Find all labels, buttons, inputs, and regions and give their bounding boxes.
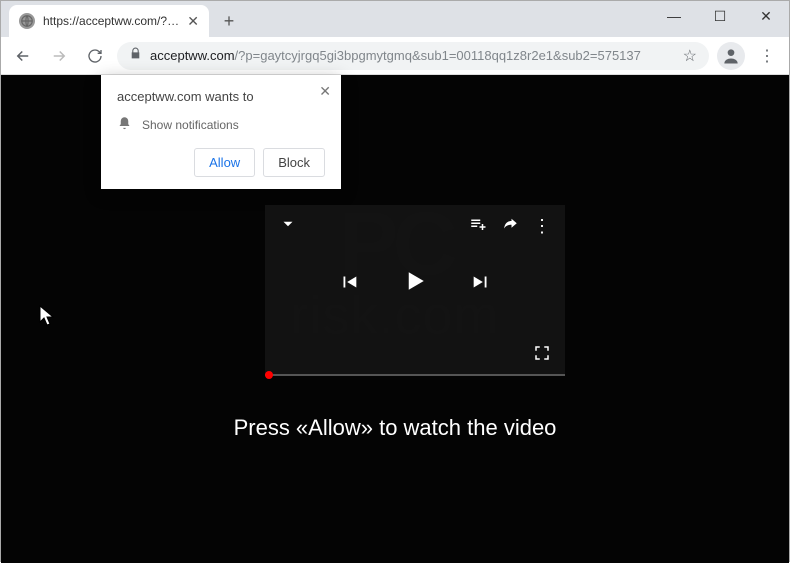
previous-track-icon[interactable]: [338, 271, 360, 299]
browser-toolbar: acceptww.com/?p=gaytcyjrgq5gi3bpgmytgmq&…: [1, 37, 789, 75]
player-mid-controls: [265, 266, 565, 304]
share-icon[interactable]: [501, 215, 519, 238]
video-progress-bar[interactable]: [265, 374, 565, 376]
address-bar[interactable]: acceptww.com/?p=gaytcyjrgq5gi3bpgmytgmq&…: [117, 42, 709, 70]
new-tab-button[interactable]: +: [215, 7, 243, 35]
bookmark-star-icon[interactable]: ☆: [683, 46, 697, 66]
popup-buttons: Allow Block: [117, 148, 325, 177]
popup-permission-row: Show notifications: [117, 116, 325, 134]
chevron-down-icon[interactable]: [279, 215, 297, 238]
popup-title: acceptww.com wants to: [117, 89, 325, 104]
playlist-add-icon[interactable]: [469, 215, 487, 238]
browser-titlebar: https://acceptww.com/?p=gaytc ✕ + — ☐ ✕: [1, 1, 789, 37]
url-text: acceptww.com/?p=gaytcyjrgq5gi3bpgmytgmq&…: [150, 48, 675, 63]
forward-button[interactable]: [45, 42, 73, 70]
next-track-icon[interactable]: [470, 271, 492, 299]
tab-close-icon[interactable]: ✕: [187, 13, 199, 30]
profile-avatar[interactable]: [717, 42, 745, 70]
back-button[interactable]: [9, 42, 37, 70]
minimize-button[interactable]: —: [651, 1, 697, 31]
player-top-controls: ⋮: [265, 205, 565, 248]
fullscreen-icon[interactable]: [533, 344, 551, 367]
cursor-icon: [39, 305, 55, 332]
globe-icon: [19, 13, 35, 29]
page-content: PC risk.com ✕ acceptww.com wants to Show…: [1, 75, 789, 563]
instruction-text: Press «Allow» to watch the video: [1, 415, 789, 441]
reload-button[interactable]: [81, 42, 109, 70]
tab-title: https://acceptww.com/?p=gaytc: [43, 14, 179, 28]
window-close-button[interactable]: ✕: [743, 1, 789, 31]
bell-icon: [117, 116, 132, 134]
permission-label: Show notifications: [142, 118, 239, 132]
browser-menu-button[interactable]: ⋮: [753, 42, 781, 70]
browser-tab[interactable]: https://acceptww.com/?p=gaytc ✕: [9, 5, 209, 37]
lock-icon: [129, 47, 142, 65]
more-icon[interactable]: ⋮: [533, 216, 551, 237]
play-icon[interactable]: [400, 266, 430, 304]
notification-permission-popup: ✕ acceptww.com wants to Show notificatio…: [101, 75, 341, 189]
popup-close-icon[interactable]: ✕: [319, 83, 331, 100]
progress-thumb[interactable]: [265, 371, 273, 379]
block-button[interactable]: Block: [263, 148, 325, 177]
maximize-button[interactable]: ☐: [697, 1, 743, 31]
video-player-overlay: ⋮: [265, 205, 565, 375]
allow-button[interactable]: Allow: [194, 148, 255, 177]
window-controls: — ☐ ✕: [651, 1, 789, 31]
